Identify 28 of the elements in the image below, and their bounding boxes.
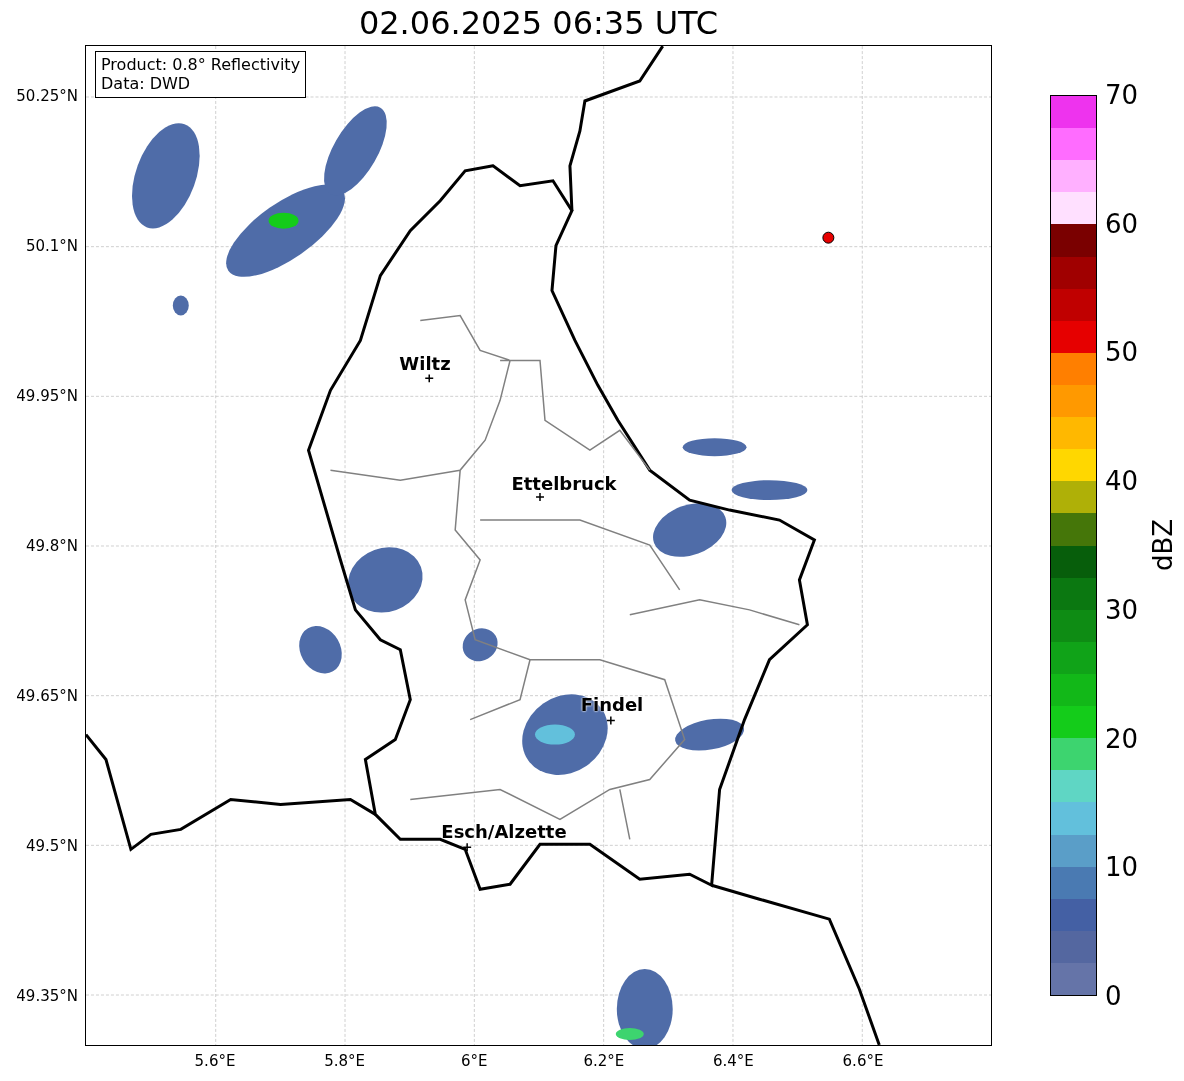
colorbar-tick-label: 20 [1105,723,1139,754]
city-label: Esch/Alzette [441,820,567,842]
city-label: Wiltz [399,352,451,374]
axis-tick-label: 6.2°E [583,1052,625,1070]
legend-text: Data: DWD [101,74,192,93]
colorbar-tick-label: 10 [1105,852,1139,883]
axis-tick-label: 50.25°N [16,87,78,105]
colorbar-tick-label: 30 [1105,594,1139,625]
city-label: Ettelbruck [511,472,617,494]
axis-tick-label: 49.35°N [16,987,78,1005]
axis-tick-label: 49.5°N [25,837,78,855]
axis-tick-label: 50.1°N [25,237,78,255]
colorbar-tick-label: 60 [1105,208,1139,239]
legend-text: Product: 0.8° Reflectivity [101,55,301,74]
chart-title: 02.06.2025 06:35 UTC [358,3,719,42]
axis-tick-label: 49.8°N [25,537,78,555]
colorbar-tick-label: 0 [1105,981,1122,1011]
axis-tick-label: 5.8°E [324,1052,365,1070]
axis-tick-label: 5.6°E [194,1052,236,1070]
axis-tick-label: 6°E [460,1052,488,1070]
axis-tick-label: 6.6°E [842,1052,884,1070]
axis-tick-label: 6.4°E [712,1052,754,1070]
axis-tick-label: 49.95°N [16,387,78,405]
colorbar-tick-label: 70 [1105,80,1139,110]
colorbar-label: dBZ [1148,518,1178,572]
colorbar-tick-label: 50 [1105,337,1139,368]
axis-tick-label: 49.65°N [16,687,78,705]
colorbar-tick-label: 40 [1105,466,1139,497]
